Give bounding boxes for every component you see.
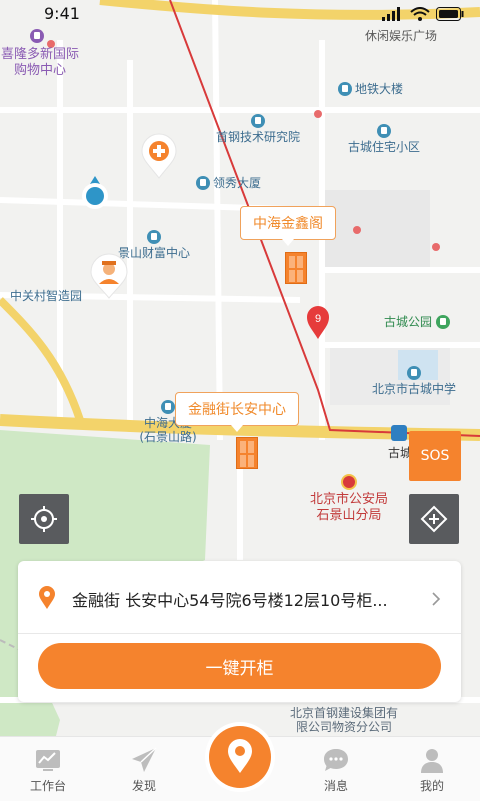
status-bar: 9:41 — [0, 0, 480, 32]
map-label-lingxiu[interactable]: 领秀大厦 — [196, 176, 261, 190]
open-locker-button[interactable]: 一键开柜 — [38, 643, 441, 689]
wifi-icon — [410, 7, 430, 21]
locate-button[interactable] — [19, 494, 69, 544]
tab-discover[interactable]: 发现 — [104, 745, 184, 794]
map-label-gucheng-residence[interactable]: 古城住宅小区 — [348, 124, 420, 154]
chevron-right-icon — [432, 592, 441, 606]
status-time: 9:41 — [44, 4, 80, 23]
location-pin-icon — [39, 586, 55, 609]
locker-marker[interactable] — [236, 437, 258, 469]
map-label-shougang-institute[interactable]: 首钢技术研究院 — [216, 114, 300, 144]
tab-label: 消息 — [323, 779, 348, 793]
signal-icon — [382, 7, 400, 21]
locker-marker[interactable] — [285, 252, 307, 284]
chat-bubble-icon — [324, 749, 348, 771]
subway-icon — [391, 425, 407, 441]
paper-plane-icon — [132, 747, 157, 772]
tab-label: 工作台 — [29, 779, 66, 793]
building-icon — [377, 124, 391, 138]
location-pin-icon — [228, 739, 252, 773]
add-location-button[interactable] — [409, 494, 459, 544]
building-icon — [161, 400, 175, 414]
building-icon — [338, 82, 352, 96]
tab-label: 我的 — [419, 779, 444, 793]
map-label-gucheng-park[interactable]: 古城公园 — [384, 315, 453, 329]
center-location-inner — [209, 726, 271, 788]
map-label-police[interactable]: 北京市公安局 石景山分局 — [304, 474, 394, 523]
battery-icon — [436, 7, 464, 21]
red-pin-number: 9 — [315, 313, 321, 325]
map-label-shougang-group[interactable]: 北京首钢建设集团有 限公司物资分公司 — [290, 706, 398, 735]
address-row[interactable]: 金融街 长安中心54号院6号楼12层10号柜... — [18, 561, 461, 634]
mall-icon — [30, 29, 44, 43]
tab-label: 发现 — [131, 779, 156, 793]
park-icon — [435, 315, 450, 329]
building-icon — [251, 114, 265, 128]
building-icon — [147, 230, 161, 244]
sos-button[interactable]: SOS — [409, 431, 461, 481]
school-icon — [407, 366, 421, 380]
map-label-zhongguancun[interactable]: 中关村智造园 — [10, 289, 82, 303]
user-icon — [421, 749, 443, 773]
tab-mine[interactable]: 我的 — [392, 745, 472, 794]
crosshair-icon — [31, 506, 57, 532]
locker-card: 金融街 长安中心54号院6号楼12层10号柜... 一键开柜 — [18, 561, 461, 702]
service-pin-icon[interactable] — [140, 132, 178, 180]
courier-pin-icon[interactable] — [89, 252, 129, 300]
center-location-button[interactable] — [205, 722, 275, 792]
building-icon — [196, 176, 210, 190]
map-label-ditie[interactable]: 地铁大楼 — [338, 82, 403, 96]
tab-messages[interactable]: 消息 — [296, 745, 376, 794]
address-text: 金融街 长安中心54号院6号楼12层10号柜... — [72, 591, 388, 610]
police-icon — [341, 474, 357, 490]
map-label-gucheng-school[interactable]: 北京市古城中学 — [372, 366, 456, 396]
callout-jinrongjie[interactable]: 金融街长安中心 — [175, 392, 299, 432]
callout-zhonghai-jinxin[interactable]: 中海金鑫阁 — [240, 206, 336, 246]
tab-workbench[interactable]: 工作台 — [8, 745, 88, 794]
chart-icon — [36, 750, 60, 771]
current-location-icon — [82, 176, 108, 209]
status-icons — [382, 7, 464, 21]
map-label-leisure-plaza[interactable]: 休闲娱乐广场 — [365, 29, 437, 43]
red-location-pin[interactable]: 9 — [306, 305, 330, 341]
diamond-plus-icon — [420, 505, 448, 533]
map-label-mall[interactable]: 喜隆多新国际 购物中心 — [0, 47, 80, 78]
